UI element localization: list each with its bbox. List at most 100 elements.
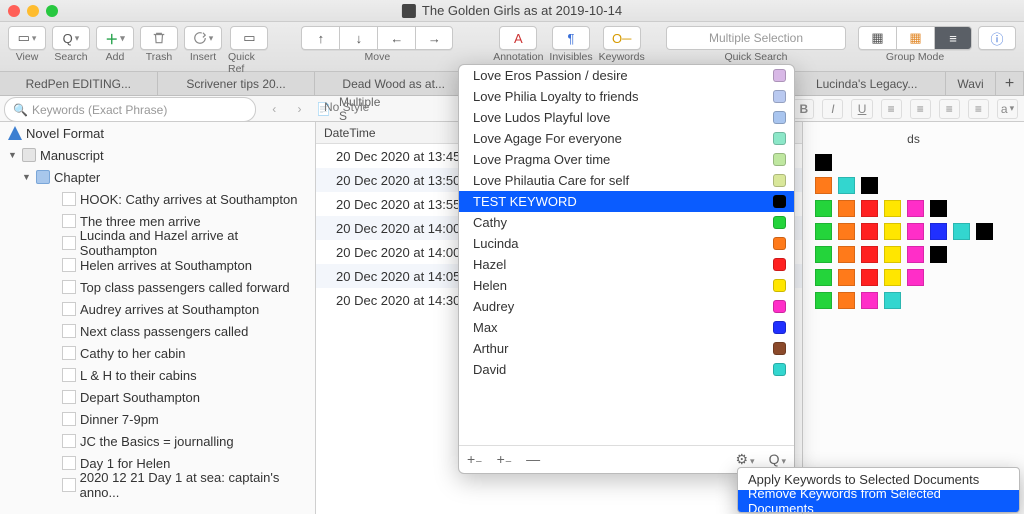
keyword-item[interactable]: Helen [459, 275, 794, 296]
italic-button[interactable]: I [822, 99, 843, 119]
disclosure-icon[interactable]: ▼ [8, 150, 18, 160]
keyword-swatch[interactable] [815, 154, 832, 171]
move-up-button[interactable]: ↑ [301, 26, 339, 50]
gear-icon[interactable]: ⚙▾ [735, 451, 754, 468]
binder-scene[interactable]: Audrey arrives at Southampton [0, 298, 315, 320]
tab-1[interactable]: Scrivener tips 20... [158, 72, 316, 95]
keyword-swatch[interactable] [815, 223, 832, 240]
remove-keyword-button[interactable]: — [526, 451, 540, 468]
move-down-button[interactable]: ↓ [339, 26, 377, 50]
close-window[interactable] [8, 5, 20, 17]
keyword-swatch[interactable] [884, 200, 901, 217]
keyword-item[interactable]: Love Ludos Playful love [459, 107, 794, 128]
keyword-swatch[interactable] [838, 246, 855, 263]
binder-manuscript[interactable]: ▼Manuscript [0, 144, 315, 166]
keyword-item[interactable]: Lucinda [459, 233, 794, 254]
keyword-item[interactable]: Love Philia Loyalty to friends [459, 86, 794, 107]
keyword-swatch[interactable] [861, 223, 878, 240]
keyword-swatch[interactable] [861, 292, 878, 309]
keyword-item[interactable]: Love Eros Passion / desire [459, 65, 794, 86]
add-sibling-keyword[interactable]: +₋ [497, 451, 513, 468]
binder-scene[interactable]: Top class passengers called forward [0, 276, 315, 298]
annotation-button[interactable]: A [499, 26, 537, 50]
keyword-swatch[interactable] [907, 246, 924, 263]
zoom-window[interactable] [46, 5, 58, 17]
keyword-swatch[interactable] [907, 223, 924, 240]
keyword-swatch[interactable] [907, 200, 924, 217]
binder-scene[interactable]: L & H to their cabins [0, 364, 315, 386]
binder-scene[interactable]: Lucinda and Hazel arrive at Southampton [0, 232, 315, 254]
outliner-mode[interactable]: ▦ [896, 26, 934, 50]
keyword-swatch[interactable] [884, 269, 901, 286]
bold-button[interactable]: B [793, 99, 814, 119]
tab-0[interactable]: RedPen EDITING... [0, 72, 158, 95]
keyword-swatch[interactable] [838, 292, 855, 309]
inspector-toggle[interactable]: ⓘ [978, 26, 1016, 50]
keyword-swatch[interactable] [861, 177, 878, 194]
history-back[interactable]: ‹ [266, 102, 283, 116]
keyword-swatch[interactable] [930, 246, 947, 263]
binder-root[interactable]: Novel Format [0, 122, 315, 144]
keyword-swatch[interactable] [861, 200, 878, 217]
keywords-button[interactable]: O─ [603, 26, 641, 50]
keyword-swatch[interactable] [930, 223, 947, 240]
align-justify[interactable]: ≡ [968, 99, 989, 119]
underline-button[interactable]: U [851, 99, 872, 119]
keyword-item[interactable]: Cathy [459, 212, 794, 233]
binder-scene[interactable]: Next class passengers called [0, 320, 315, 342]
keyword-item[interactable]: Love Philautia Care for self [459, 170, 794, 191]
binder-chapter[interactable]: ▼Chapter [0, 166, 315, 188]
keyword-swatch[interactable] [861, 246, 878, 263]
keyword-item[interactable]: Max [459, 317, 794, 338]
align-center[interactable]: ≡ [910, 99, 931, 119]
binder-scene[interactable]: Dinner 7-9pm [0, 408, 315, 430]
keyword-swatch[interactable] [815, 292, 832, 309]
keyword-item[interactable]: Arthur [459, 338, 794, 359]
keyword-swatch[interactable] [838, 269, 855, 286]
trash-button[interactable] [140, 26, 178, 50]
keyword-swatch[interactable] [976, 223, 993, 240]
new-tab-button[interactable]: + [996, 72, 1024, 95]
tab-6[interactable]: Wavi [946, 72, 996, 95]
remove-keywords-item[interactable]: Remove Keywords from Selected Documents [738, 490, 1019, 512]
keyword-swatch[interactable] [907, 269, 924, 286]
keyword-item[interactable]: Love Agage For everyone [459, 128, 794, 149]
line-spacing[interactable]: a▾ [997, 99, 1018, 119]
keyword-swatch[interactable] [838, 200, 855, 217]
binder-scene[interactable]: 2020 12 21 Day 1 at sea: captain's anno.… [0, 474, 315, 496]
move-left-button[interactable]: ← [377, 26, 415, 50]
insert-button[interactable]: ▾ [184, 26, 222, 50]
binder-scene[interactable]: Cathy to her cabin [0, 342, 315, 364]
keyword-item[interactable]: TEST KEYWORD [459, 191, 794, 212]
keyword-item[interactable]: Love Pragma Over time [459, 149, 794, 170]
quick-search-field[interactable]: Multiple Selection [666, 26, 846, 50]
binder-scene[interactable]: HOOK: Cathy arrives at Southampton [0, 188, 315, 210]
align-right[interactable]: ≡ [939, 99, 960, 119]
keyword-swatch[interactable] [953, 223, 970, 240]
keyword-swatch[interactable] [815, 246, 832, 263]
quickref-button[interactable]: ▭ [230, 26, 268, 50]
keyword-item[interactable]: David [459, 359, 794, 380]
add-button[interactable]: ＋▾ [96, 26, 134, 50]
search-button[interactable]: Q▾ [52, 26, 90, 50]
keyword-swatch[interactable] [838, 223, 855, 240]
keyword-swatch[interactable] [884, 292, 901, 309]
keyword-item[interactable]: Hazel [459, 254, 794, 275]
tab-2[interactable]: Dead Wood as at... [315, 72, 473, 95]
minimize-window[interactable] [27, 5, 39, 17]
keyword-swatch[interactable] [930, 200, 947, 217]
keyword-item[interactable]: Audrey [459, 296, 794, 317]
keyword-swatch[interactable] [815, 269, 832, 286]
keyword-swatch[interactable] [815, 200, 832, 217]
history-fwd[interactable]: › [291, 102, 308, 116]
align-left[interactable]: ≡ [881, 99, 902, 119]
move-right-button[interactable]: → [415, 26, 453, 50]
keyword-swatch[interactable] [815, 177, 832, 194]
style-picker[interactable]: No Style [324, 100, 369, 114]
col-datetime[interactable]: DateTime [324, 126, 474, 140]
keyword-swatch[interactable] [884, 246, 901, 263]
invisibles-button[interactable]: ¶ [552, 26, 590, 50]
view-button[interactable]: ▭▾ [8, 26, 46, 50]
scrivenings-mode[interactable]: ≡ [934, 26, 972, 50]
corkboard-mode[interactable]: ▦ [858, 26, 896, 50]
